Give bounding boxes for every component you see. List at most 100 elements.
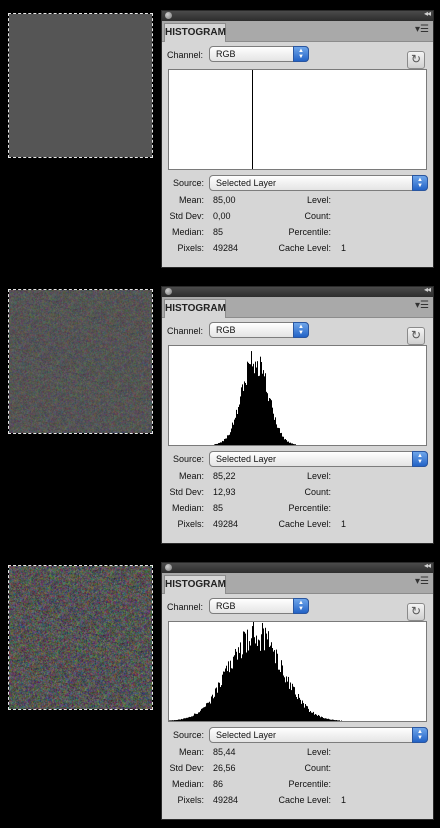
histogram-bar <box>263 370 264 445</box>
histogram-bar <box>331 719 332 721</box>
tab-histogram[interactable]: HISTOGRAM <box>164 299 226 318</box>
histogram-bar <box>267 639 268 721</box>
panel-menu-icon[interactable]: ▾☰ <box>415 301 429 311</box>
histogram-bar <box>287 441 288 445</box>
count-label: Count: <box>304 211 331 221</box>
histogram-bar <box>224 438 225 445</box>
histogram-panel-2: ◂◂ HISTOGRAM ▾☰ Channel: RGB ▲ ▼ ↻ Source… <box>161 285 434 544</box>
panel-titlebar[interactable]: ◂◂ <box>162 9 433 21</box>
refresh-icon[interactable]: ↻ <box>407 51 425 69</box>
histogram-graph <box>168 345 427 446</box>
histogram-bar <box>251 638 252 721</box>
panel-tab-row: HISTOGRAM ▾☰ <box>162 573 433 594</box>
median-value: 85 <box>213 503 224 513</box>
histogram-bar <box>234 655 235 721</box>
histogram-bar <box>285 682 286 721</box>
histogram-bar <box>233 656 234 721</box>
histogram-bar <box>257 645 258 721</box>
histogram-bar <box>231 428 232 445</box>
histogram-graph <box>168 69 427 170</box>
close-icon[interactable] <box>165 12 172 19</box>
histogram-bar <box>202 708 203 721</box>
histogram-bar <box>256 367 257 445</box>
source-dropdown[interactable]: Selected Layer ▲ ▼ <box>209 727 428 743</box>
dropdown-arrow-icon: ▲ ▼ <box>412 727 428 743</box>
panel-menu-icon[interactable]: ▾☰ <box>415 25 429 35</box>
close-icon[interactable] <box>165 288 172 295</box>
histogram-bar <box>341 720 342 721</box>
collapse-icon[interactable]: ◂◂ <box>424 561 431 570</box>
histogram-bar <box>191 716 192 721</box>
median-label: Median: <box>171 503 204 513</box>
pixels-label: Pixels: <box>177 243 204 253</box>
collapse-icon[interactable]: ◂◂ <box>424 285 431 294</box>
histogram-bar <box>247 361 248 445</box>
collapse-icon[interactable]: ◂◂ <box>424 9 431 18</box>
panel-titlebar[interactable]: ◂◂ <box>162 561 433 573</box>
histogram-bar <box>315 714 316 721</box>
histogram-bar <box>197 713 198 721</box>
layer-swatch-3[interactable] <box>8 565 153 710</box>
panel-menu-icon[interactable]: ▾☰ <box>415 577 429 587</box>
channel-dropdown[interactable]: RGB ▲ ▼ <box>209 322 309 338</box>
source-dropdown[interactable]: Selected Layer ▲ ▼ <box>209 175 428 191</box>
histogram-bar <box>235 417 236 445</box>
histogram-bar <box>195 713 196 721</box>
histogram-bar <box>264 376 265 445</box>
histogram-bar <box>238 407 239 445</box>
histogram-bar <box>291 443 292 445</box>
panel-titlebar[interactable]: ◂◂ <box>162 285 433 297</box>
histogram-bar <box>274 419 275 445</box>
histogram-bar <box>194 713 195 721</box>
close-icon[interactable] <box>165 564 172 571</box>
pixels-value: 49284 <box>213 243 239 253</box>
histogram-bar <box>175 720 176 721</box>
dropdown-arrow-icon: ▲ ▼ <box>412 175 428 191</box>
channel-label: Channel: <box>167 602 204 612</box>
cache-level-label: Cache Level: <box>278 519 331 529</box>
histogram-bar <box>189 716 190 721</box>
histogram-bar <box>282 665 283 721</box>
histogram-bar <box>266 633 267 721</box>
histogram-bar <box>230 660 231 721</box>
refresh-icon[interactable]: ↻ <box>407 603 425 621</box>
histogram-bar <box>334 720 335 721</box>
histogram-bar <box>320 717 321 721</box>
histogram-bar <box>190 717 191 721</box>
level-label: Level: <box>306 471 331 481</box>
histogram-bar <box>289 442 290 445</box>
pixels-label: Pixels: <box>177 795 204 805</box>
layer-swatch-1[interactable] <box>8 13 153 158</box>
histogram-bar <box>223 441 224 445</box>
histogram-bar <box>208 702 209 721</box>
layer-swatch-2[interactable] <box>8 289 153 434</box>
histogram-bar <box>332 719 333 721</box>
tab-histogram[interactable]: HISTOGRAM <box>164 23 226 42</box>
tab-histogram[interactable]: HISTOGRAM <box>164 575 226 594</box>
histogram-bar <box>247 629 248 721</box>
channel-dropdown[interactable]: RGB ▲ ▼ <box>209 46 309 62</box>
histogram-bar <box>278 669 279 721</box>
percentile-label: Percentile: <box>288 503 331 513</box>
histogram-bar <box>297 699 298 721</box>
histogram-bar <box>267 393 268 445</box>
refresh-icon[interactable]: ↻ <box>407 327 425 345</box>
swatch-canvas-1 <box>9 14 152 157</box>
histogram-bar <box>179 719 180 721</box>
histogram-bar <box>252 626 253 721</box>
histogram-bar <box>227 671 228 721</box>
histogram-bar <box>225 668 226 721</box>
histogram-bar <box>199 712 200 721</box>
dropdown-arrow-icon: ▲ ▼ <box>293 598 309 614</box>
histogram-bar <box>265 373 266 445</box>
histogram-bar <box>250 364 251 445</box>
histogram-bar <box>294 444 295 445</box>
level-label: Level: <box>306 747 331 757</box>
histogram-svg <box>252 70 253 169</box>
histogram-bar <box>295 444 296 445</box>
channel-dropdown[interactable]: RGB ▲ ▼ <box>209 598 309 614</box>
source-dropdown[interactable]: Selected Layer ▲ ▼ <box>209 451 428 467</box>
histogram-bar <box>292 683 293 721</box>
mean-label: Mean: <box>178 471 204 481</box>
histogram-bar <box>318 714 319 721</box>
